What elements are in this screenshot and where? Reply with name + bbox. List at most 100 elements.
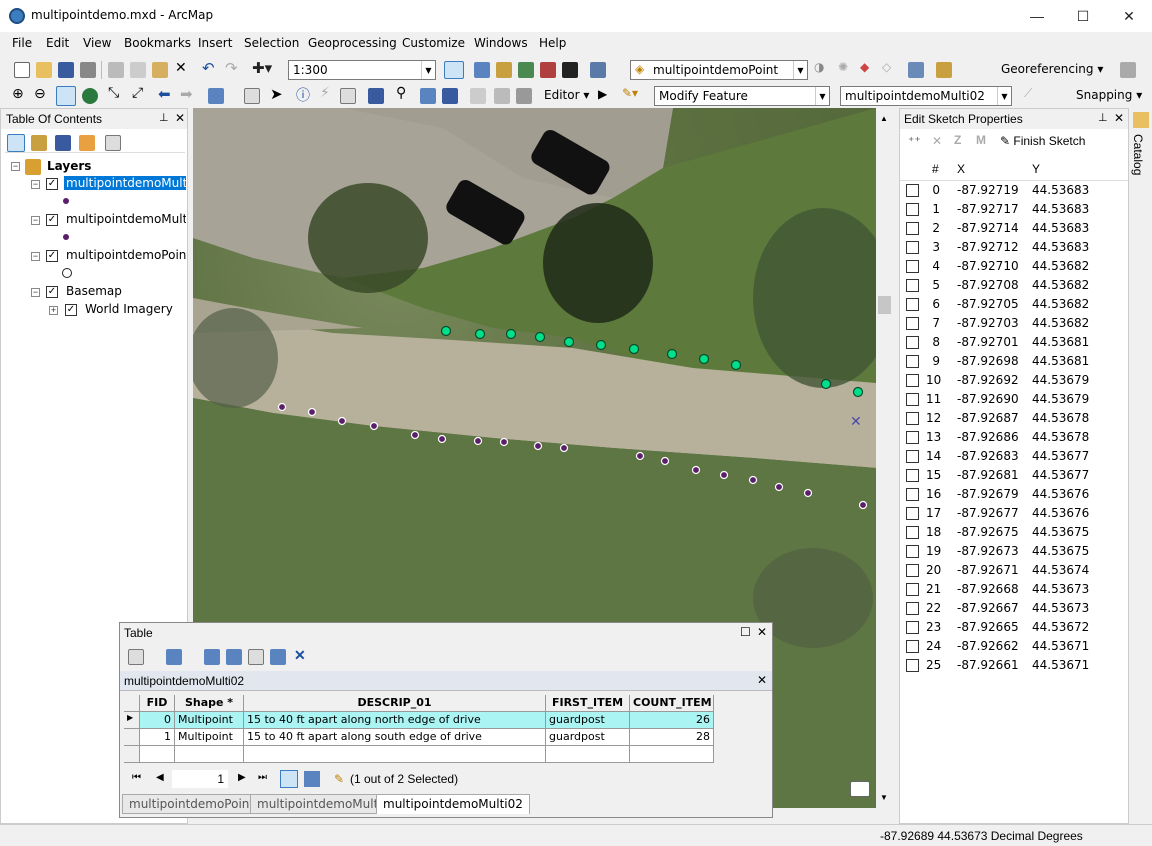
empty-cell[interactable] (630, 746, 714, 763)
table-tab-multipointdemoMulti[interactable]: multipointdemoMulti (250, 794, 389, 814)
fit-to-display-icon[interactable] (936, 62, 952, 78)
sketch-vertex[interactable] (474, 328, 486, 340)
sketch-vertex[interactable] (730, 359, 742, 371)
vertex-checkbox[interactable] (906, 602, 919, 615)
table-of-contents-icon[interactable] (474, 62, 490, 78)
select-elements-arrow-icon[interactable]: ➤ (270, 85, 283, 103)
vertex-row[interactable]: 7 -87.92703 44.53682 (900, 314, 1128, 333)
layer-visibility-checkbox[interactable]: ✓ (46, 214, 58, 226)
copy-icon[interactable] (130, 62, 146, 78)
minimize-button[interactable]: — (1014, 0, 1060, 32)
menu-geoprocessing[interactable]: Geoprocessing (308, 36, 397, 50)
vertex-checkbox[interactable] (906, 374, 919, 387)
delete-icon[interactable]: ✕ (175, 60, 187, 76)
empty-cell[interactable] (140, 746, 175, 763)
vertex-checkbox[interactable] (906, 279, 919, 292)
vertex-row[interactable]: 20 -87.92671 44.53674 (900, 561, 1128, 580)
row-selector[interactable] (124, 746, 140, 763)
forward-arrow-icon[interactable]: ➡ (180, 85, 193, 103)
sketch-vertex[interactable] (563, 336, 575, 348)
vertex-row[interactable]: 24 -87.92662 44.53671 (900, 637, 1128, 656)
swipe-icon[interactable]: ◇ (882, 60, 891, 74)
collapse-layer-icon[interactable]: − (31, 288, 40, 297)
go-to-xy-icon[interactable] (442, 88, 458, 104)
python-window-icon[interactable] (562, 62, 578, 78)
sketch-vertex[interactable] (852, 386, 864, 398)
sketch-vertex[interactable] (820, 378, 832, 390)
find-binoculars-icon[interactable]: ⚲ (396, 85, 406, 101)
guardpost-point[interactable] (369, 421, 379, 431)
expand-layer-icon[interactable]: + (49, 306, 58, 315)
model-builder-icon[interactable] (590, 62, 606, 78)
vertex-checkbox[interactable] (906, 317, 919, 330)
vertex-checkbox[interactable] (906, 431, 919, 444)
sketch-close-icon[interactable]: ✕ (1114, 111, 1124, 125)
vertex-checkbox[interactable] (906, 298, 919, 311)
vertex-row[interactable]: 2 -87.92714 44.53683 (900, 219, 1128, 238)
list-by-source-icon[interactable] (31, 135, 47, 151)
guardpost-point[interactable] (691, 465, 701, 475)
col-header-fid[interactable]: FID (140, 695, 175, 712)
find-route-icon[interactable] (420, 88, 436, 104)
vertex-row[interactable]: 10 -87.92692 44.53679 (900, 371, 1128, 390)
delete-vertex-icon[interactable]: ✕ (932, 134, 942, 148)
vertex-row[interactable]: 16 -87.92679 44.53676 (900, 485, 1128, 504)
zoom-out-icon[interactable]: ⊖ (34, 86, 46, 102)
zoom-in-icon[interactable]: ⊕ (12, 86, 24, 102)
vertex-checkbox[interactable] (906, 184, 919, 197)
table-cell-fid[interactable]: 1 (140, 729, 175, 746)
previous-record-icon[interactable]: ◀ (156, 772, 164, 783)
zoom-to-selected-icon[interactable] (270, 649, 286, 665)
html-popup-icon[interactable] (340, 88, 356, 104)
insert-vertex-icon[interactable]: ⁺⁺ (908, 134, 921, 148)
sketch-vertex[interactable] (595, 339, 607, 351)
brightness-icon[interactable]: ✺ (838, 60, 848, 74)
vertex-row[interactable]: 23 -87.92665 44.53672 (900, 618, 1128, 637)
table-layer-close-icon[interactable]: ✕ (757, 673, 767, 687)
vertex-checkbox[interactable] (906, 488, 919, 501)
layer-name-world-imagery[interactable]: World Imagery (85, 302, 173, 316)
vertex-row[interactable]: 22 -87.92667 44.53673 (900, 599, 1128, 618)
vertex-row[interactable]: 11 -87.92690 44.53679 (900, 390, 1128, 409)
edit-vertices-icon[interactable]: ⟋ (1024, 86, 1032, 101)
guardpost-point[interactable] (803, 488, 813, 498)
scroll-up-icon[interactable]: ▲ (880, 114, 888, 123)
save-icon[interactable] (58, 62, 74, 78)
print-icon[interactable] (80, 62, 96, 78)
col-header-shape[interactable]: Shape * (175, 695, 244, 712)
vertex-row[interactable]: 8 -87.92701 44.53681 (900, 333, 1128, 352)
open-folder-icon[interactable] (36, 62, 52, 78)
next-record-icon[interactable]: ▶ (238, 772, 246, 783)
vertex-checkbox[interactable] (906, 450, 919, 463)
vertex-checkbox[interactable] (906, 241, 919, 254)
vertex-row[interactable]: 13 -87.92686 44.53678 (900, 428, 1128, 447)
scroll-thumb[interactable] (878, 296, 891, 314)
vertex-row[interactable]: 1 -87.92717 44.53683 (900, 200, 1128, 219)
record-number-input[interactable]: 1 (172, 770, 228, 788)
table-options-icon[interactable] (128, 649, 144, 665)
table-tab-multipointdemoPoint[interactable]: multipointdemoPoint (122, 794, 262, 814)
edit-task-combo[interactable]: Modify Feature ▼ (654, 86, 830, 106)
layer-visibility-checkbox[interactable]: ✓ (46, 178, 58, 190)
collapse-layer-icon[interactable]: − (31, 252, 40, 261)
guardpost-point[interactable] (858, 500, 868, 510)
transparency-icon[interactable]: ◆ (860, 60, 869, 74)
z-values-icon[interactable]: Z (954, 133, 961, 147)
catalog-label[interactable]: Catalog (1131, 134, 1145, 175)
layers-root-label[interactable]: Layers (47, 159, 91, 173)
vertex-row[interactable]: 25 -87.92661 44.53671 (900, 656, 1128, 675)
select-by-attributes-icon[interactable] (204, 649, 220, 665)
table-cell-descrip[interactable]: 15 to 40 ft apart along south edge of dr… (244, 729, 546, 746)
collapse-layer-icon[interactable]: − (31, 216, 40, 225)
sketch-vertex[interactable] (698, 353, 710, 365)
menu-help[interactable]: Help (539, 36, 566, 50)
vertex-row[interactable]: 3 -87.92712 44.53683 (900, 238, 1128, 257)
col-header-first-item[interactable]: FIRST_ITEM (546, 695, 630, 712)
vertex-row[interactable]: 9 -87.92698 44.53681 (900, 352, 1128, 371)
clear-selection-icon[interactable] (244, 88, 260, 104)
guardpost-point[interactable] (533, 441, 543, 451)
maximize-button[interactable]: ☐ (1060, 0, 1106, 32)
guardpost-point[interactable] (473, 436, 483, 446)
m-values-icon[interactable]: M (976, 133, 986, 147)
layer-name-basemap[interactable]: Basemap (66, 284, 122, 298)
